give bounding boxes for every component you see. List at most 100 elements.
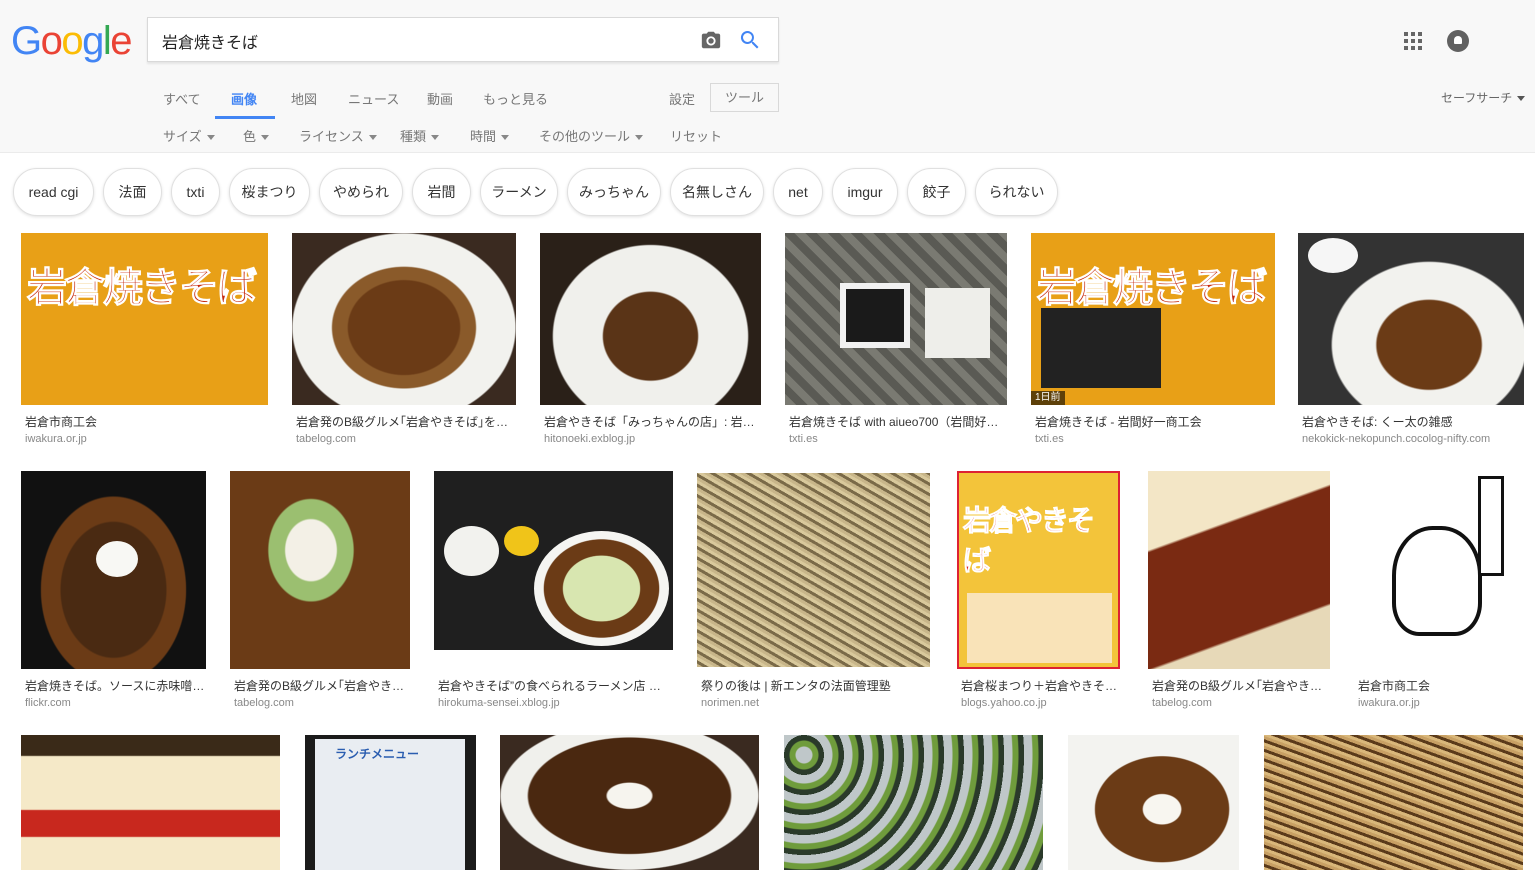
filter-time-label: 時間	[470, 129, 497, 144]
tab-videos[interactable]: 動画	[427, 89, 453, 108]
result-title[interactable]: 岩倉焼きそば。ソースに赤味噌…	[25, 677, 205, 694]
result-title[interactable]: 岩倉やきそば「みっちゃんの店」: 岩倉…	[544, 413, 757, 430]
chip[interactable]: やめられ	[319, 168, 403, 216]
result-source[interactable]: nekokick-nekopunch.cocolog-nifty.com	[1302, 433, 1490, 445]
chevron-down-icon	[431, 135, 440, 141]
tab-all[interactable]: すべて	[163, 89, 201, 108]
result-thumbnail-rice	[444, 526, 499, 576]
tab-images[interactable]: 画像	[231, 89, 257, 108]
result-title[interactable]: 岩倉やきそば”の食べられるラーメン店 み…	[438, 677, 672, 694]
tab-more[interactable]: もっと見る	[483, 89, 548, 108]
chevron-down-icon	[501, 135, 510, 141]
result-source[interactable]: hirokuma-sensei.xblog.jp	[438, 697, 560, 709]
result-title[interactable]: 岩倉焼きそば with aiueo700（岩間好…	[789, 413, 1003, 430]
result-thumbnail[interactable]	[230, 471, 410, 669]
filter-time[interactable]: 時間	[470, 126, 510, 145]
result-source[interactable]: txti.es	[789, 433, 818, 445]
filter-license-label: ライセンス	[299, 129, 364, 144]
filter-color[interactable]: 色	[243, 126, 270, 145]
result-thumbnail[interactable]: ランチメニュー	[305, 735, 476, 870]
result-source[interactable]: tabelog.com	[296, 433, 356, 445]
result-thumbnail[interactable]	[1354, 471, 1524, 669]
tools-button[interactable]: ツール	[710, 83, 779, 112]
notifications-icon[interactable]	[1447, 30, 1469, 52]
time-badge: 1日前	[1031, 391, 1065, 405]
result-thumbnail[interactable]	[1068, 735, 1239, 870]
result-thumbnail[interactable]: 岩倉焼きそば 1日前	[1031, 233, 1275, 405]
result-source[interactable]: flickr.com	[25, 697, 71, 709]
result-title[interactable]: 岩倉発のB級グルメ｢岩倉やき…	[1152, 677, 1328, 694]
search-input[interactable]: 岩倉焼きそば	[162, 29, 258, 53]
result-title[interactable]: 岩倉焼きそば - 岩間好一商工会	[1035, 413, 1271, 430]
result-source[interactable]: tabelog.com	[234, 697, 294, 709]
result-source[interactable]: hitonoeki.exblog.jp	[544, 433, 635, 445]
filter-size-label: サイズ	[163, 129, 202, 144]
result-thumbnail-egg	[96, 541, 138, 577]
result-title[interactable]: 祭りの後は | 新エンタの法面管理塾	[701, 677, 929, 694]
chip[interactable]: 法面	[103, 168, 162, 216]
chip[interactable]: 岩間	[412, 168, 471, 216]
filter-size[interactable]: サイズ	[163, 126, 215, 145]
chevron-down-icon	[1517, 96, 1526, 102]
result-thumbnail[interactable]	[21, 735, 280, 870]
mascot-illustration	[1392, 526, 1482, 636]
result-thumbnail[interactable]	[540, 233, 761, 405]
result-thumbnail-map	[967, 593, 1112, 663]
chip[interactable]: 名無しさん	[670, 168, 764, 216]
result-thumbnail[interactable]: 岩倉やきそば	[957, 471, 1120, 669]
google-logo[interactable]: Google	[11, 19, 132, 63]
result-thumbnail-pickle	[504, 526, 539, 556]
result-source[interactable]: norimen.net	[701, 697, 759, 709]
result-thumbnail[interactable]	[697, 473, 930, 667]
safesearch-dropdown[interactable]: セーフサーチ	[1441, 89, 1526, 106]
apps-grid-icon[interactable]	[1404, 32, 1422, 50]
result-source[interactable]: blogs.yahoo.co.jp	[961, 697, 1047, 709]
result-thumbnail[interactable]	[1264, 735, 1523, 870]
chip[interactable]: imgur	[832, 168, 898, 216]
result-thumbnail[interactable]	[500, 735, 759, 870]
result-source[interactable]: iwakura.or.jp	[25, 433, 87, 445]
result-title[interactable]: 岩倉やきそば: くー太の雑感	[1302, 413, 1520, 430]
result-source[interactable]: txti.es	[1035, 433, 1064, 445]
chip[interactable]: 餃子	[907, 168, 966, 216]
result-thumbnail[interactable]	[785, 233, 1007, 405]
tab-maps[interactable]: 地図	[291, 89, 317, 108]
result-thumbnail[interactable]: 岩倉焼きそば	[21, 233, 268, 405]
result-thumbnail[interactable]	[434, 471, 673, 650]
result-thumbnail-tray	[1041, 308, 1161, 388]
filter-more-tools[interactable]: その他のツール	[539, 126, 644, 145]
result-source[interactable]: iwakura.or.jp	[1358, 697, 1420, 709]
filter-type[interactable]: 種類	[400, 126, 440, 145]
chevron-down-icon	[368, 135, 377, 141]
chip[interactable]: net	[773, 168, 823, 216]
result-thumbnail-rice	[1308, 238, 1358, 273]
filter-type-label: 種類	[400, 129, 427, 144]
search-box[interactable]: 岩倉焼きそば	[147, 17, 779, 62]
chip[interactable]: txti	[171, 168, 220, 216]
chip[interactable]: ラーメン	[480, 168, 558, 216]
camera-icon[interactable]	[700, 29, 722, 51]
chip[interactable]: みっちゃん	[567, 168, 661, 216]
active-tab-indicator	[215, 116, 275, 119]
chip[interactable]: read cgi	[13, 168, 94, 216]
result-thumbnail[interactable]	[1298, 233, 1524, 405]
result-title[interactable]: 岩倉発のB級グルメ｢岩倉やきそば｣を…	[296, 413, 512, 430]
result-title[interactable]: 岩倉市商工会	[25, 413, 265, 430]
header: Google 岩倉焼きそば すべて 画像 地図 ニュース 動画 もっと見る 設定…	[0, 0, 1535, 153]
result-title[interactable]: 岩倉桜まつり＋岩倉やきそ…	[961, 677, 1119, 694]
result-thumbnail[interactable]	[1148, 471, 1330, 669]
result-thumbnail[interactable]	[21, 471, 206, 669]
result-thumbnail[interactable]	[784, 735, 1043, 870]
result-title[interactable]: 岩倉市商工会	[1358, 677, 1522, 694]
result-source[interactable]: tabelog.com	[1152, 697, 1212, 709]
chevron-down-icon	[261, 135, 270, 141]
search-icon[interactable]	[738, 28, 762, 52]
result-thumbnail[interactable]	[292, 233, 516, 405]
filter-license[interactable]: ライセンス	[299, 126, 377, 145]
settings-link[interactable]: 設定	[669, 89, 695, 108]
filter-reset[interactable]: リセット	[670, 126, 722, 145]
result-title[interactable]: 岩倉発のB級グルメ｢岩倉やき…	[234, 677, 410, 694]
chip[interactable]: られない	[975, 168, 1058, 216]
chip[interactable]: 桜まつり	[229, 168, 310, 216]
tab-news[interactable]: ニュース	[348, 89, 399, 108]
